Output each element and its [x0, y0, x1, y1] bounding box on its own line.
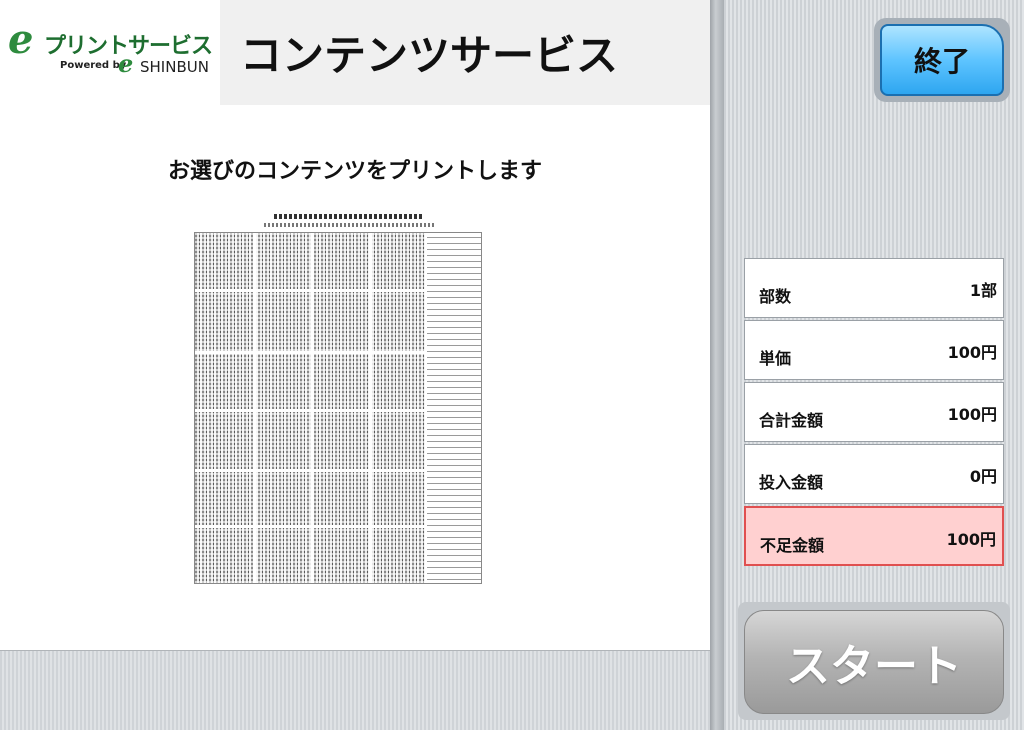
preview-page: [194, 232, 482, 584]
header: e プリントサービス Powered by e SHINBUN コンテンツサービ…: [0, 0, 710, 105]
logo-e-mark: e: [8, 16, 34, 63]
inserted-value: 0円: [969, 467, 997, 486]
logo-powered-by: Powered by: [60, 60, 127, 71]
unit-price-value: 100円: [947, 343, 997, 362]
instruction-text: お選びのコンテンツをプリントします: [167, 159, 542, 184]
info-row-total: 合計金額 100円: [744, 382, 1004, 442]
total-value: 100円: [947, 405, 997, 424]
end-button[interactable]: 終了: [880, 24, 1004, 96]
content-preview-image: [194, 212, 482, 584]
logo-e-mark-small: e: [118, 49, 134, 78]
inserted-label: 投入金額: [759, 473, 824, 492]
info-row-shortage: 不足金額 100円: [744, 506, 1004, 566]
preview-header: [194, 212, 482, 232]
copies-value: 1部: [969, 281, 997, 300]
start-button-frame: スタート: [738, 602, 1010, 720]
bottom-band: [0, 650, 710, 730]
info-row-inserted: 投入金額 0円: [744, 444, 1004, 504]
eprint-service-logo: e プリントサービス Powered by e SHINBUN: [0, 0, 220, 105]
panel-divider: [710, 0, 724, 730]
main-content: お選びのコンテンツをプリントします: [0, 105, 710, 650]
end-button-frame: 終了: [874, 18, 1010, 102]
start-button[interactable]: スタート: [744, 610, 1004, 714]
page-title: コンテンツサービス: [240, 31, 619, 80]
logo-brand: SHINBUN: [140, 58, 209, 76]
copies-label: 部数: [759, 287, 792, 306]
price-info-list: 部数 1部 単価 100円 合計金額 100円 投入金額 0円 不足金額 100…: [744, 258, 1004, 568]
total-label: 合計金額: [759, 411, 824, 430]
unit-price-label: 単価: [759, 349, 792, 368]
info-row-unit-price: 単価 100円: [744, 320, 1004, 380]
right-panel: 終了 部数 1部 単価 100円 合計金額 100円 投入金額 0円 不足金額 …: [724, 0, 1024, 730]
shortage-value: 100円: [946, 530, 996, 549]
info-row-copies: 部数 1部: [744, 258, 1004, 318]
shortage-label: 不足金額: [760, 536, 825, 555]
